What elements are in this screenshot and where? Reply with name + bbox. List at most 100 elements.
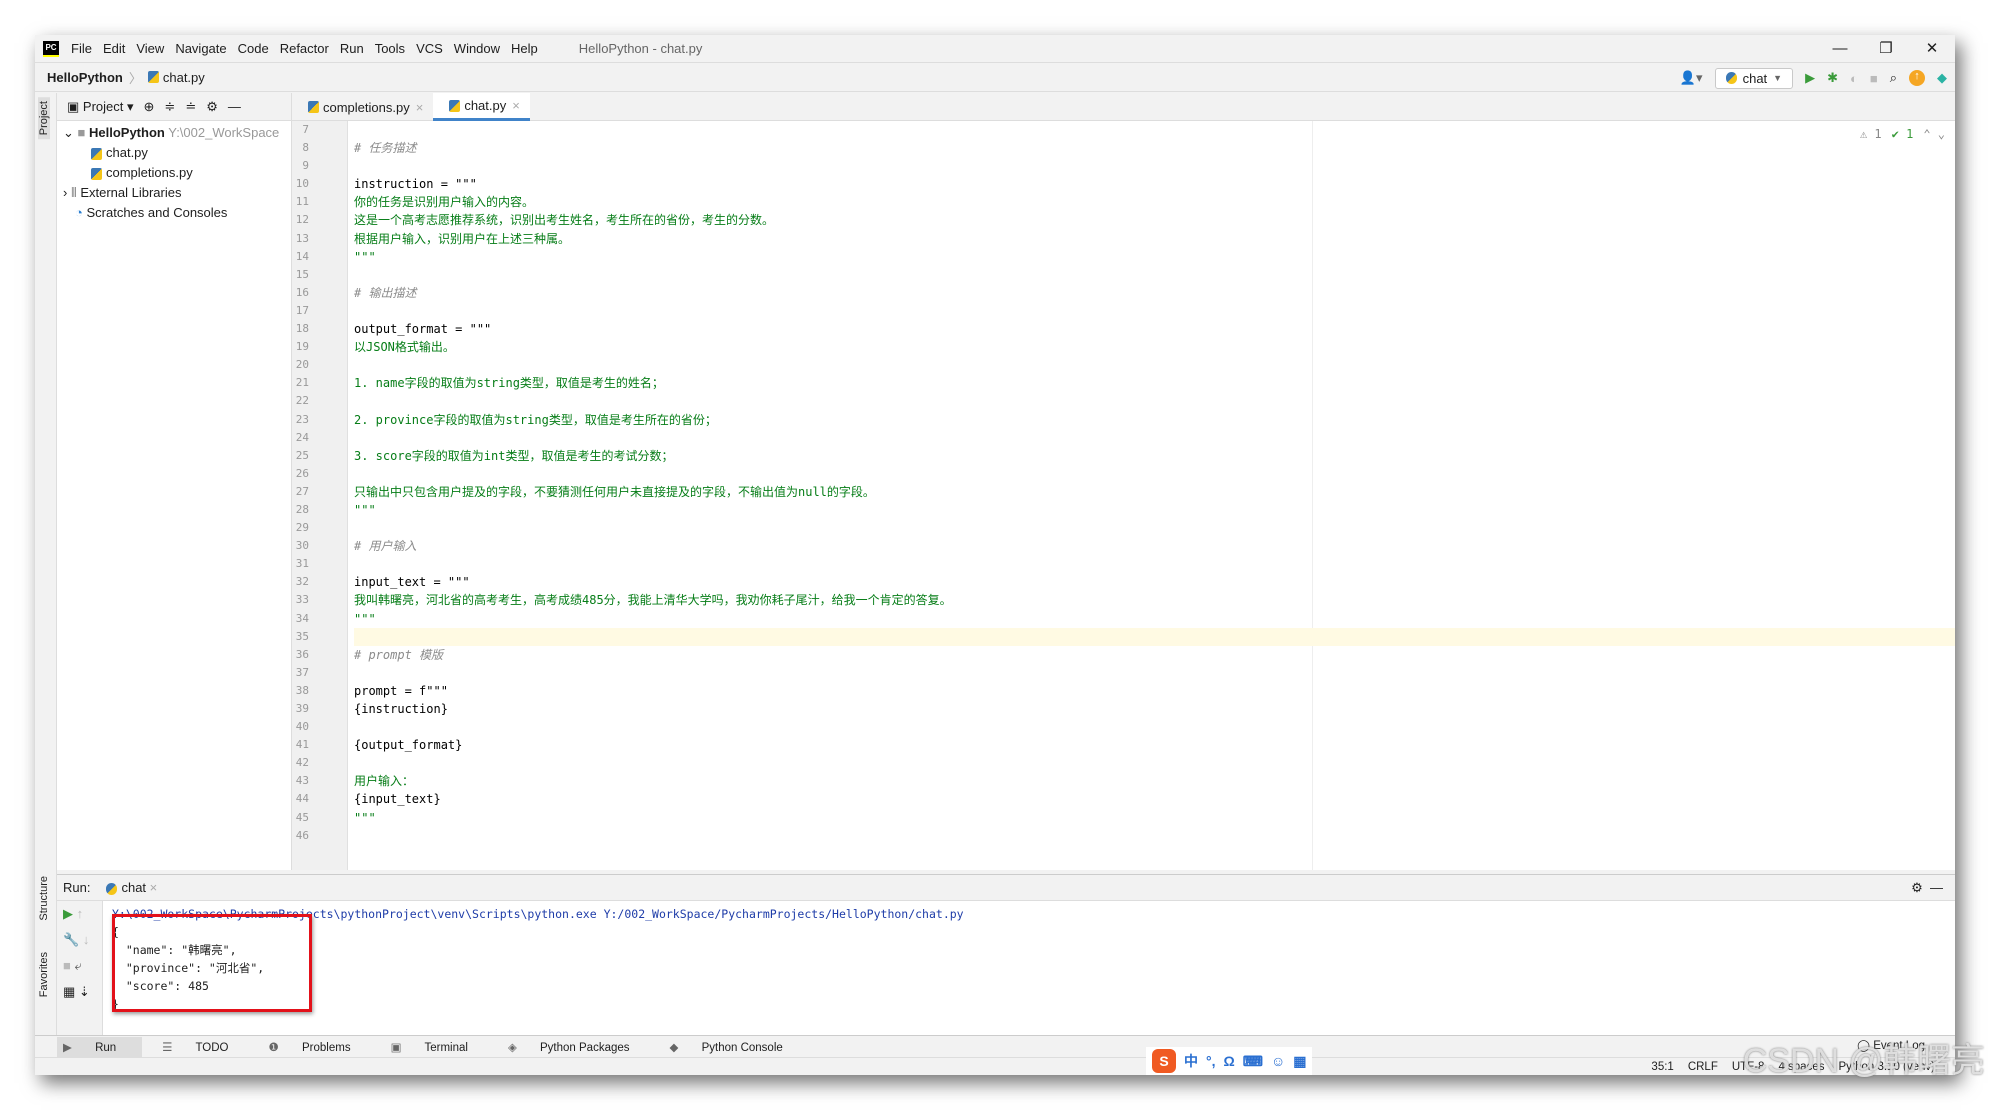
minimize-button[interactable]: — (1817, 35, 1863, 62)
menu-tools[interactable]: Tools (375, 41, 405, 56)
main-toolbar: 👤▾ chat ▼ ▶ ✱ ◐ ■ ⌕ ↑ ◆ (1680, 63, 1947, 93)
bottom-tab-terminal[interactable]: ▣ Terminal (391, 1040, 488, 1054)
highlight-box (112, 914, 312, 1012)
run-config-select[interactable]: chat ▼ (1714, 67, 1794, 89)
code-line: {output_format} (354, 738, 463, 753)
menu-window[interactable]: Window (454, 41, 500, 56)
update-icon[interactable]: ↑ (1909, 70, 1925, 86)
run-settings-icon[interactable]: ⚙ — (1911, 880, 1943, 896)
menu-bar: PC File Edit View Navigate Code Refactor Run To… (35, 35, 1955, 62)
line-number: 12 (295, 213, 309, 227)
ime-item[interactable]: Ω (1224, 1053, 1235, 1069)
code-line: 用户输入： (354, 774, 415, 789)
code-line: instruction = """ (354, 177, 477, 192)
code-line: # prompt 模版 (354, 647, 444, 662)
tree-root[interactable]: ⌄ ■ HelloPython Y:\002_WorkSpace (57, 123, 291, 143)
breadcrumb: HelloPython 〉 chat.py (35, 62, 1955, 92)
menu-edit[interactable]: Edit (103, 41, 125, 56)
code-line: # 输出描述 (354, 285, 417, 300)
line-number: 14 (295, 249, 309, 263)
search-icon[interactable]: ⌕ (1890, 70, 1897, 86)
project-view-select[interactable]: ▣ Project ▾ (67, 99, 134, 115)
line-number: 35 (295, 629, 309, 643)
collapse-all-icon[interactable]: ≐ (185, 99, 196, 115)
tab-completions[interactable]: completions.py × (292, 93, 433, 121)
status-item[interactable]: CRLF (1688, 1061, 1718, 1073)
tree-scratches[interactable]: ◔ Scratches and Consoles (57, 203, 291, 223)
code-line: {instruction} (354, 702, 448, 716)
code-editor[interactable]: completions.py × chat.py × 7 8 9 10 11 12 13 14 15… (292, 93, 1955, 870)
menu-run[interactable]: Run (340, 41, 364, 56)
ime-toolbar[interactable]: S 中 °, Ω ⌨ ☺ ▦ (1146, 1047, 1313, 1075)
user-icon[interactable]: 👤▾ (1680, 70, 1703, 86)
code-line: 3. score字段的取值为int类型，取值是考生的考试分数； (354, 448, 674, 463)
inspection-widget[interactable]: ⚠ 1 ✔ 1 ⌃ ⌄ (1860, 127, 1945, 141)
favorites-tool-tab[interactable]: Favorites (38, 952, 50, 997)
line-gutter: 7 8 9 10 11 12 13 14 15 16 17 18 19 20 21 22 23 24 25 26 27 2… (292, 121, 348, 870)
tree-file-completions[interactable]: completions.py (57, 163, 291, 183)
run-toolbar: ▶ ↑ 🔧 ↓ ■ ⤶ ▦ ⇣ (57, 901, 103, 1035)
expand-all-icon[interactable]: ≑ (164, 99, 175, 115)
line-number: 9 (302, 159, 309, 173)
rerun-icon[interactable]: ▶ ↑ (63, 901, 102, 927)
bottom-tab-run[interactable]: ▶ Run (57, 1036, 143, 1057)
hide-icon[interactable]: — (228, 99, 241, 114)
status-item[interactable]: 35:1 (1651, 1061, 1673, 1073)
ime-item[interactable]: 中 (1184, 1051, 1198, 1071)
tree-file-chat[interactable]: chat.py (57, 143, 291, 163)
ime-item[interactable]: ⌨ (1243, 1053, 1263, 1070)
bottom-tab-problems[interactable]: ❶ Problems (269, 1040, 371, 1054)
code-line: output_format = """ (354, 322, 492, 337)
bottom-tab-python-console[interactable]: ◆ Python Console (670, 1040, 803, 1054)
restore-button[interactable]: ❐ (1863, 35, 1909, 62)
menu-code[interactable]: Code (238, 41, 269, 56)
toolbox-icon[interactable]: ◆ (1937, 70, 1947, 86)
debug-icon[interactable]: ✱ (1827, 70, 1838, 86)
breadcrumb-file[interactable]: chat.py (163, 70, 205, 85)
menu-file[interactable]: File (71, 41, 92, 56)
line-number: 37 (295, 665, 309, 679)
line-number: 43 (295, 774, 309, 788)
stop-run-icon[interactable]: ■ ⤶ (63, 953, 102, 979)
run-icon[interactable]: ▶ (1805, 70, 1815, 86)
menu-navigate[interactable]: Navigate (175, 41, 226, 56)
breadcrumb-project[interactable]: HelloPython (47, 70, 123, 85)
coverage-icon[interactable]: ◐ (1850, 71, 1858, 86)
line-number: 38 (295, 683, 309, 697)
line-number: 15 (295, 267, 309, 281)
gear-icon[interactable]: ⚙ (206, 99, 218, 115)
line-number: 17 (295, 303, 309, 317)
stop-icon[interactable]: ■ (1870, 71, 1878, 86)
left-tool-strip: Project Structure Favorites (35, 93, 57, 1035)
run-tab-chat[interactable]: chat × (100, 880, 157, 895)
ime-item[interactable]: ☺ (1271, 1053, 1285, 1069)
bottom-tab-python-packages[interactable]: ◈ Python Packages (508, 1040, 650, 1054)
layout-icon[interactable]: ▦ ⇣ (63, 979, 102, 1005)
menu-help[interactable]: Help (511, 41, 538, 56)
tree-external-libraries[interactable]: › ⦀ External Libraries (57, 183, 291, 203)
structure-tool-tab[interactable]: Structure (38, 876, 50, 921)
ime-item[interactable]: ▦ (1293, 1053, 1306, 1070)
menu-vcs[interactable]: VCS (416, 41, 443, 56)
wrench-icon[interactable]: 🔧 ↓ (63, 927, 102, 953)
ime-item[interactable]: °, (1206, 1053, 1216, 1069)
tab-chat[interactable]: chat.py × (433, 93, 530, 121)
close-button[interactable]: ✕ (1909, 35, 1955, 62)
project-tool-tab[interactable]: Project (38, 97, 50, 140)
line-number: 39 (295, 702, 309, 715)
locate-icon[interactable]: ⊕ (144, 99, 155, 115)
menu-refactor[interactable]: Refactor (280, 41, 329, 56)
bottom-tab-todo[interactable]: ☰ TODO (162, 1040, 248, 1054)
menu-view[interactable]: View (136, 41, 164, 56)
code-line: input_text = """ (354, 575, 470, 590)
